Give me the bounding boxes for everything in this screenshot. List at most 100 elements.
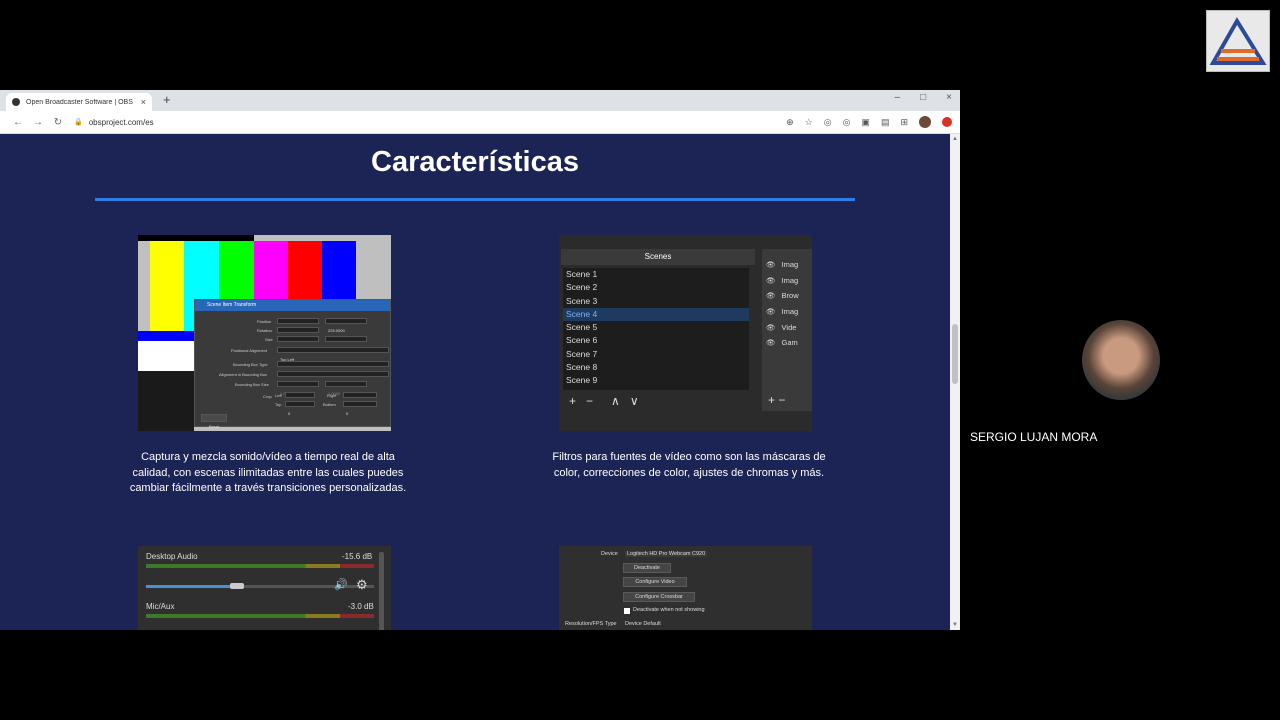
scene-item[interactable]: Scene 1	[563, 268, 749, 281]
mixer-scrollbar[interactable]	[379, 552, 384, 630]
address-bar[interactable]: 🔒 obsproject.com/es	[74, 118, 786, 127]
bbox-w-field[interactable]: 1.0000	[277, 381, 319, 396]
scenes-header: Scenes	[561, 249, 755, 265]
deactivate-button[interactable]: Deactivate	[623, 563, 671, 573]
channel-db: -15.6 dB	[342, 552, 373, 561]
transform-dialog: Scene Item Transform Position 251.0000 2…	[194, 299, 391, 429]
size-h-field[interactable]: 320.0000	[325, 336, 367, 351]
page-title: Características	[371, 146, 579, 178]
page-scrollbar[interactable]: ▲ ▼	[950, 134, 960, 630]
crop-bottom-field[interactable]: 0	[343, 401, 377, 416]
close-window-button[interactable]: ×	[946, 92, 952, 103]
obs-favicon-icon	[12, 98, 20, 106]
toolbar-actions: ⊕ ☆ ◎ ◎ ▣ ▤ ⊞	[786, 116, 952, 128]
device-select[interactable]: Logitech HD Pro Webcam C920	[625, 551, 708, 557]
crop-left-field[interactable]: 0	[285, 392, 315, 407]
size-w-field[interactable]: 924.0000	[277, 336, 319, 351]
source-item[interactable]: 👁 Gam	[762, 335, 812, 351]
browser-tab[interactable]: Open Broadcaster Software | OBS ×	[6, 93, 152, 111]
source-item[interactable]: 👁 Imag	[762, 257, 812, 273]
resolution-select[interactable]: Device Default	[625, 621, 661, 627]
channel-db: -3.0 dB	[348, 602, 374, 611]
scene-item[interactable]: Scene 8	[563, 361, 749, 374]
maximize-button[interactable]: □	[920, 92, 926, 103]
deactivate-when-hidden-label: Deactivate when not showing	[633, 607, 705, 613]
scrollbar-thumb[interactable]	[952, 324, 958, 384]
alignment-select[interactable]: Top Left	[277, 347, 389, 362]
remove-scene-button[interactable]: −	[586, 394, 593, 408]
new-tab-button[interactable]: +	[163, 93, 171, 107]
bbox-align-select[interactable]: Center	[277, 371, 389, 386]
zoom-icon[interactable]: ⊕	[786, 117, 794, 128]
configure-video-button[interactable]: Configure Video	[623, 577, 687, 587]
feature-image-scenes: Scenes Scene 1 Scene 2 Scene 3 Scene 4 S…	[559, 235, 812, 431]
bbox-type-select[interactable]: No bounds	[277, 361, 389, 376]
minimize-button[interactable]: –	[895, 92, 901, 103]
source-item[interactable]: 👁 Brow	[762, 288, 812, 304]
reload-button[interactable]: ↻	[48, 117, 68, 128]
extension-icon[interactable]: ▣	[861, 117, 870, 128]
bbox-h-field[interactable]: 1.0000	[325, 381, 367, 396]
scene-item-selected[interactable]: Scene 4	[563, 307, 749, 322]
profile-avatar[interactable]	[919, 116, 931, 128]
extension-icon[interactable]: ⊞	[900, 117, 908, 128]
url-text: obsproject.com/es	[88, 117, 154, 127]
position-label: Position	[257, 319, 272, 324]
color-bars-image: Scene Item Transform Position 251.0000 2…	[138, 235, 391, 431]
scene-item[interactable]: Scene 7	[563, 348, 749, 361]
scene-item[interactable]: Scene 3	[563, 295, 749, 308]
source-item[interactable]: 👁 Vide	[762, 320, 812, 336]
rotation-field[interactable]: 1.00	[277, 327, 319, 342]
scene-item[interactable]: Scene 6	[563, 334, 749, 347]
back-button[interactable]: ←	[8, 117, 28, 128]
scroll-up-icon[interactable]: ▲	[952, 136, 958, 142]
source-item[interactable]: 👁 Imag	[762, 273, 812, 289]
gear-icon[interactable]: ⚙	[356, 577, 368, 593]
extension-icon[interactable]: ◎	[843, 117, 851, 128]
eye-icon: 👁	[766, 291, 776, 301]
move-up-button[interactable]: ∧	[611, 394, 620, 408]
window-controls: – □ ×	[895, 92, 952, 103]
level-meter	[146, 564, 374, 568]
scene-item[interactable]: Scene 9	[563, 374, 749, 387]
extension-badge-icon[interactable]	[942, 117, 952, 127]
crop-top-field[interactable]: 0	[285, 401, 315, 416]
bbox-size-label: Bounding Box Size	[235, 382, 269, 387]
add-source-button[interactable]: +	[768, 393, 775, 407]
sources-panel: 👁 Imag 👁 Imag 👁 Brow 👁 Imag 👁 Vide 👁 Gam + −	[762, 249, 812, 411]
scroll-down-icon[interactable]: ▼	[952, 622, 958, 628]
feature-image-device: Device Logitech HD Pro Webcam C920 Deact…	[559, 546, 812, 630]
move-down-button[interactable]: ∨	[630, 394, 639, 408]
source-item[interactable]: 👁 Imag	[762, 304, 812, 320]
bookmark-star-icon[interactable]: ☆	[805, 117, 813, 128]
remove-source-button[interactable]: −	[778, 393, 785, 407]
forward-button[interactable]: →	[28, 117, 48, 128]
title-divider	[95, 198, 855, 201]
crop-right-field[interactable]: 0	[343, 392, 377, 407]
feature-caption-2: Filtros para fuentes de vídeo como son l…	[552, 451, 826, 479]
lock-icon: 🔒	[74, 119, 83, 126]
browser-window: Open Broadcaster Software | OBS × + – □ …	[0, 90, 960, 630]
browser-toolbar: ← → ↻ 🔒 obsproject.com/es ⊕ ☆ ◎ ◎ ▣ ▤ ⊞	[0, 111, 960, 134]
university-logo	[1206, 10, 1270, 72]
speaker-icon[interactable]: 🔊	[334, 578, 348, 591]
eye-icon: 👁	[766, 275, 776, 285]
position-x-field[interactable]: 251.0000	[277, 318, 319, 333]
scene-item[interactable]: Scene 2	[563, 281, 749, 294]
deactivate-checkbox[interactable]	[624, 608, 630, 614]
crop-right-label: Right	[327, 393, 337, 398]
volume-knob[interactable]	[230, 583, 245, 589]
channel-label: Desktop Audio	[146, 552, 198, 561]
device-label: Device	[601, 551, 618, 557]
extension-icon[interactable]: ◎	[824, 117, 832, 128]
extension-icon[interactable]: ▤	[881, 117, 890, 128]
scene-item[interactable]: Scene 5	[563, 321, 749, 334]
crop-bottom-label: Bottom	[323, 402, 336, 407]
scenes-list: Scene 1 Scene 2 Scene 3 Scene 4 Scene 5 …	[563, 268, 749, 390]
reset-button[interactable]: Reset	[201, 414, 227, 429]
position-y-field[interactable]: 225.0000	[325, 318, 367, 333]
scenes-panel: Scenes Scene 1 Scene 2 Scene 3 Scene 4 S…	[559, 235, 812, 431]
add-scene-button[interactable]: +	[569, 394, 576, 408]
configure-crossbar-button[interactable]: Configure Crossbar	[623, 592, 695, 602]
tab-close-icon[interactable]: ×	[141, 97, 146, 107]
